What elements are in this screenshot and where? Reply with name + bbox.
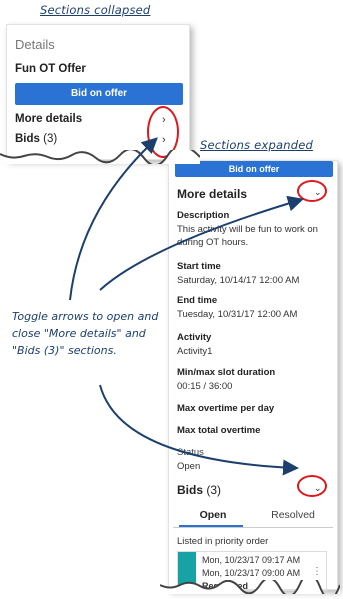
arrow-to-bids bbox=[99, 384, 299, 476]
arrow-to-collapsed bbox=[69, 137, 158, 301]
annotation-arrows bbox=[69, 137, 304, 476]
arrow-to-more-details bbox=[99, 195, 304, 291]
